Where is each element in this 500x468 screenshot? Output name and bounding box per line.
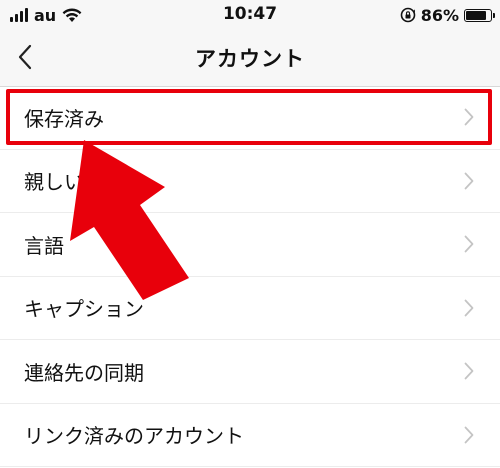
list-item-label: キャプション [24,297,144,322]
chevron-right-icon [464,299,474,317]
list-item-label: 保存済み [24,106,104,131]
list-item-label: 親しい友達 [24,170,124,195]
list-item-label: 連絡先の同期 [24,360,144,385]
list-item-contacts-sync[interactable]: 連絡先の同期 [0,340,500,404]
list-item-captions[interactable]: キャプション [0,277,500,340]
list-item-label: リンク済みのアカウント [24,424,244,449]
navigation-bar: アカウント [0,30,500,87]
list-item-linked-accounts[interactable]: リンク済みのアカウント [0,404,500,467]
list-item-close-friends[interactable]: 親しい友達 [0,150,500,213]
status-right: 86% [400,5,495,25]
list-item-language[interactable]: 言語 [0,213,500,277]
page-title: アカウント [195,47,305,71]
orientation-lock-icon [400,7,416,23]
settings-list: 保存済み 親しい友達 言語 キャプション 連絡先の同期 リンク済みのアカウント [0,86,500,467]
chevron-right-icon [464,362,474,380]
battery-percent: 86% [420,5,459,25]
chevron-right-icon [464,235,474,253]
chevron-right-icon [464,108,474,126]
status-bar: au 10:47 86% [0,0,500,30]
chevron-right-icon [464,426,474,444]
list-item-saved[interactable]: 保存済み [0,86,500,150]
battery-icon [464,8,495,22]
chevron-right-icon [464,172,474,190]
list-item-label: 言語 [24,233,64,258]
